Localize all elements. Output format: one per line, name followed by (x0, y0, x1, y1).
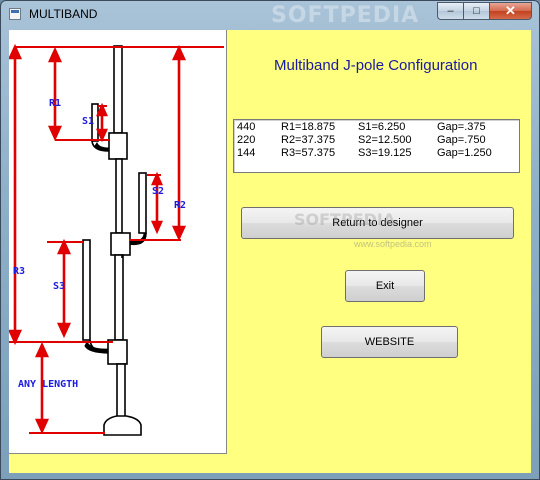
s-value: S2=12.500 (358, 134, 412, 146)
list-item[interactable]: 440 R1=18.875 S1=6.250 Gap=.375 (234, 121, 519, 134)
website-button[interactable]: WEBSITE (321, 326, 458, 358)
band-value: 220 (237, 134, 256, 146)
titlebar-watermark: SOFTPEDIA (271, 3, 420, 28)
label-r3: R3 (13, 266, 25, 277)
label-s3: S3 (53, 281, 65, 292)
s-value: S3=19.125 (358, 147, 412, 159)
return-to-designer-button[interactable]: Return to designer (241, 207, 514, 239)
label-any-length: ANY LENGTH (18, 379, 78, 390)
form-client-area: R1 S1 S2 R2 R3 S3 ANY LENGTH Multiband J… (9, 30, 531, 473)
caption-buttons: – □ ✕ (437, 2, 532, 21)
title-bar[interactable]: MULTIBAND SOFTPEDIA – □ ✕ (1, 1, 539, 29)
results-listbox[interactable]: 440 R1=18.875 S1=6.250 Gap=.375 220 R2=3… (233, 119, 520, 173)
gap-value: Gap=.750 (437, 134, 486, 146)
label-r2: R2 (174, 200, 186, 211)
form-title: Multiband J-pole Configuration (274, 57, 478, 74)
s-value: S1=6.250 (358, 121, 406, 133)
close-button[interactable]: ✕ (489, 2, 532, 20)
r-value: R1=18.875 (281, 121, 336, 133)
r-value: R2=37.375 (281, 134, 336, 146)
window-title: MULTIBAND (29, 7, 98, 21)
gap-value: Gap=1.250 (437, 147, 492, 159)
jpole-diagram: R1 S1 S2 R2 R3 S3 ANY LENGTH (9, 30, 227, 454)
band-value: 144 (237, 147, 256, 159)
label-r1: R1 (49, 98, 61, 109)
label-s1: S1 (82, 116, 94, 127)
maximize-button[interactable]: □ (463, 2, 489, 20)
minimize-button[interactable]: – (437, 2, 463, 20)
app-icon[interactable] (9, 8, 21, 20)
list-item[interactable]: 144 R3=57.375 S3=19.125 Gap=1.250 (234, 147, 519, 160)
band-value: 440 (237, 121, 256, 133)
r-value: R3=57.375 (281, 147, 336, 159)
list-item[interactable]: 220 R2=37.375 S2=12.500 Gap=.750 (234, 134, 519, 147)
gap-value: Gap=.375 (437, 121, 486, 133)
softpedia-url-watermark: www.softpedia.com (354, 239, 432, 249)
app-window: MULTIBAND SOFTPEDIA – □ ✕ R1 S1 S2 R2 R3… (0, 0, 540, 480)
label-s2: S2 (152, 186, 164, 197)
exit-button[interactable]: Exit (345, 270, 425, 302)
jpole-drawing: R1 S1 S2 R2 R3 S3 ANY LENGTH (9, 43, 224, 436)
